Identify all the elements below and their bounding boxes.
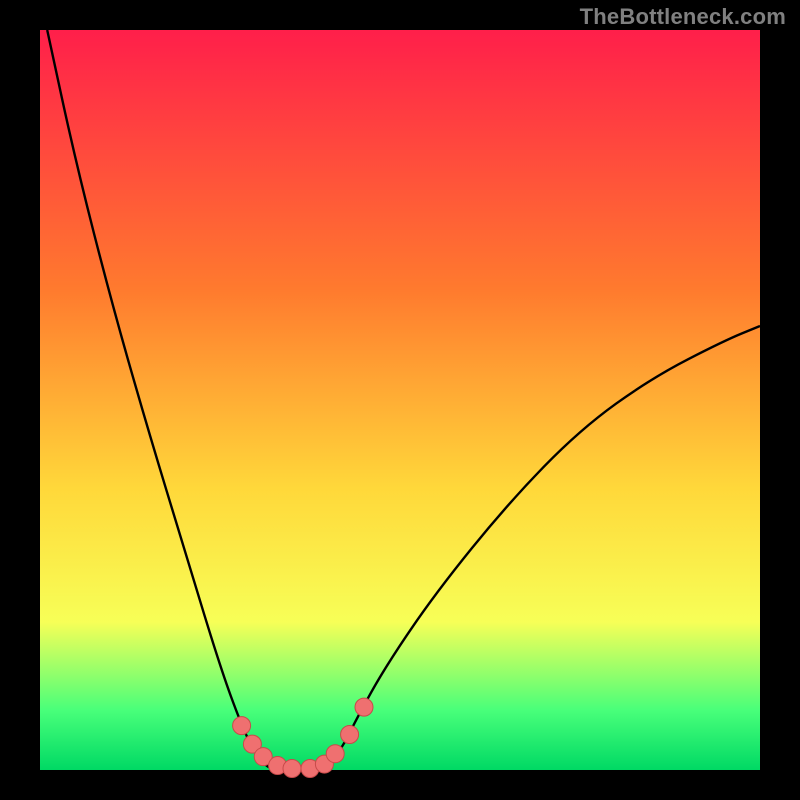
plot-background-gradient — [40, 30, 760, 770]
curve-dot — [283, 760, 301, 778]
curve-dot — [341, 725, 359, 743]
chart-frame: { "watermark": { "text": "TheBottleneck.… — [0, 0, 800, 800]
curve-dot — [355, 698, 373, 716]
curve-dot — [326, 745, 344, 763]
bottleneck-chart — [0, 0, 800, 800]
watermark-text: TheBottleneck.com — [580, 4, 786, 30]
curve-dot — [233, 717, 251, 735]
